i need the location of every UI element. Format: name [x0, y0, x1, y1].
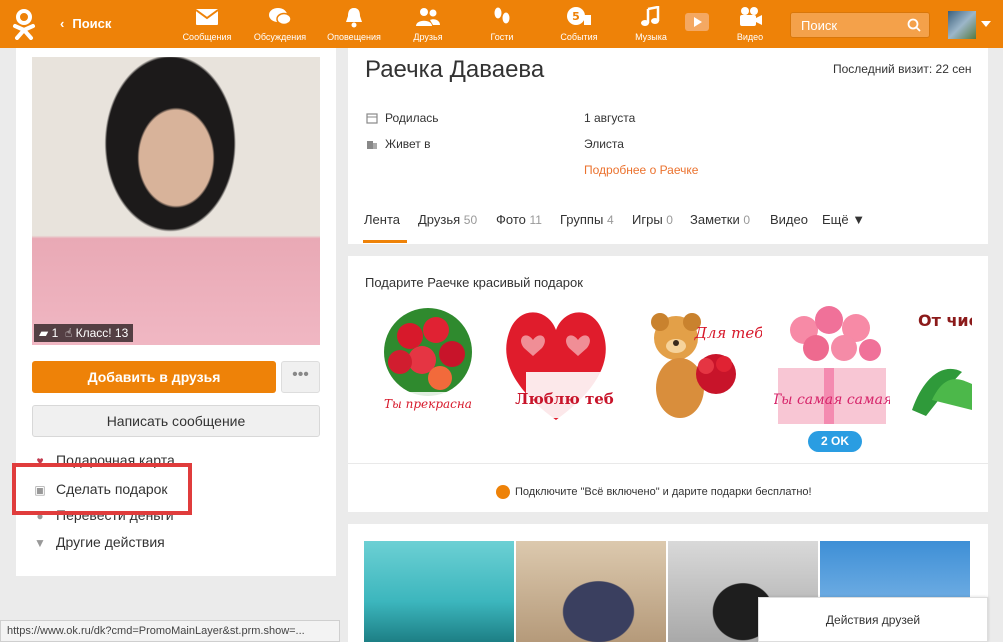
nav-messages[interactable]: Сообщения: [178, 6, 236, 46]
nav-video-play[interactable]: [682, 6, 712, 46]
all-inclusive-promo[interactable]: Подключите "Всё включено" и дарите подар…: [496, 485, 812, 499]
events-icon: 5: [567, 7, 591, 25]
gift-text: Для тебя: [694, 324, 762, 342]
user-avatar[interactable]: [948, 11, 976, 39]
gift-text: От чистого сердца: [918, 311, 972, 330]
camera-icon: [740, 7, 762, 26]
comment-icon: ▰: [39, 326, 49, 340]
gift-text: Ты прекрасна: [384, 397, 472, 411]
nav-events[interactable]: 5 События: [552, 6, 606, 46]
write-message-button[interactable]: Написать сообщение: [32, 405, 320, 437]
chevron-left-icon: ‹: [60, 16, 65, 31]
tab-video[interactable]: Видео: [770, 212, 808, 227]
active-tab-indicator: [363, 240, 407, 243]
friends-actions-panel[interactable]: Действия друзей: [758, 597, 988, 642]
video-play-icon: [685, 13, 709, 31]
lives-label: Живет в: [385, 137, 431, 151]
gift-roses-bouquet[interactable]: Ты прекрасна: [370, 300, 486, 428]
nav-music[interactable]: Музыка: [626, 6, 676, 46]
tab-friends[interactable]: Друзья 50: [418, 212, 477, 227]
tab-photos[interactable]: Фото 11: [496, 212, 542, 227]
svg-text:5: 5: [572, 10, 580, 23]
tab-more[interactable]: Ещё ▼: [822, 212, 865, 227]
photo-stats-badge: ▰ 1 ☝ Класс! 13: [34, 324, 134, 342]
music-note-icon: [641, 6, 660, 26]
building-icon: [367, 141, 377, 149]
tab-games[interactable]: Игры 0: [632, 212, 673, 227]
nav-guests[interactable]: Гости: [478, 6, 526, 46]
nav-friends[interactable]: Друзья: [402, 6, 454, 46]
chevron-down-icon[interactable]: [981, 21, 991, 27]
thumbs-up-icon: ☝: [64, 326, 73, 340]
promo-icon: [496, 485, 510, 499]
divider: [348, 463, 988, 464]
nav-discussions[interactable]: Обсуждения: [248, 6, 312, 46]
action-other[interactable]: ▼ Другие действия: [32, 534, 165, 550]
chat-bubbles-icon: [269, 8, 292, 26]
friend-photo-thumbnail[interactable]: [364, 541, 514, 642]
highlight-box: [12, 463, 192, 515]
search-icon[interactable]: [907, 18, 921, 32]
birth-label: Родилась: [385, 111, 439, 125]
gift-price-badge[interactable]: 2 OK: [808, 431, 862, 452]
tab-groups[interactable]: Группы 4: [560, 212, 614, 227]
profile-name: Раечка Даваева: [365, 56, 545, 83]
tab-notes[interactable]: Заметки 0: [690, 212, 750, 227]
status-bar-url: https://www.ok.ru/dk?cmd=PromoMainLayer&…: [0, 620, 340, 642]
odnoklassniki-logo-icon[interactable]: [10, 8, 38, 40]
more-options-button[interactable]: •••: [281, 361, 320, 393]
triangle-down-icon: ▼: [34, 536, 46, 550]
nav-notifications[interactable]: Оповещения: [322, 6, 386, 46]
back-to-search-link[interactable]: ‹ Поиск: [60, 16, 111, 31]
search-input[interactable]: Поиск: [790, 12, 930, 38]
watermark-logo: [35, 568, 225, 618]
bell-icon: [346, 8, 362, 28]
lives-value[interactable]: Элиста: [584, 137, 624, 151]
gift-pink-roses-box[interactable]: Ты самая самая: [774, 300, 890, 428]
tab-feed[interactable]: Лента: [364, 212, 400, 227]
birth-value: 1 августа: [584, 111, 636, 125]
friend-photo-thumbnail[interactable]: [516, 541, 666, 642]
profile-photo[interactable]: [32, 57, 320, 345]
calendar-icon: [366, 113, 378, 124]
top-navigation-bar: ‹ Поиск Сообщения Обсуждения Оповещения Д…: [0, 0, 1003, 48]
envelope-icon: [195, 9, 219, 25]
gift-text: Ты самая самая: [774, 392, 890, 408]
add-friend-button[interactable]: Добавить в друзья: [32, 361, 276, 393]
footprints-icon: [494, 7, 510, 24]
gift-text: Люблю тебя: [515, 390, 614, 408]
more-about-link[interactable]: Подробнее о Раечке: [584, 163, 698, 177]
gifts-title: Подарите Раечке красивый подарок: [365, 275, 583, 290]
gift-teddy-bear[interactable]: Для тебя: [646, 300, 762, 428]
nav-video[interactable]: Видео: [726, 6, 774, 46]
gift-love-you-heart[interactable]: Люблю тебя: [498, 300, 614, 428]
last-visit: Последний визит: 22 сен: [833, 62, 972, 76]
gift-pure-heart[interactable]: От чистого сердца: [902, 300, 972, 428]
friends-icon: [416, 8, 440, 26]
